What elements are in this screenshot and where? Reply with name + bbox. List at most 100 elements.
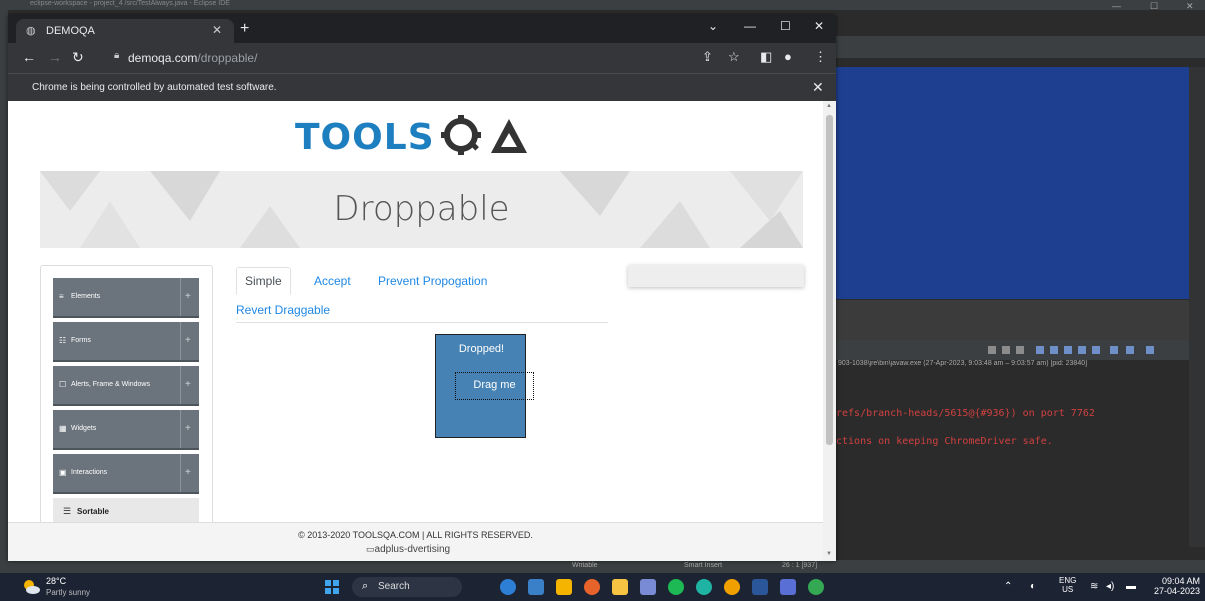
- ide-console[interactable]: refs/branch-heads/5615@{#936}) on port 7…: [836, 372, 1189, 547]
- word-icon[interactable]: [752, 579, 768, 595]
- firefox-icon[interactable]: [584, 579, 600, 595]
- chrome-window: ◍ DEMOQA ✕ + ⌄ — ☐ ✕ ← → ↻ 🔒︎ demoqa.com…: [8, 15, 836, 561]
- bookmark-star-icon[interactable]: ☆: [728, 49, 740, 65]
- sidebar-group-label: Forms: [71, 337, 91, 344]
- tab-accept[interactable]: Accept: [314, 274, 351, 288]
- expand-icon[interactable]: +: [185, 379, 191, 390]
- form-icon: ☷: [59, 336, 67, 345]
- reload-icon[interactable]: ↻: [72, 49, 84, 66]
- edge-icon[interactable]: [696, 579, 712, 595]
- page-viewport: TOOLS Droppable ≡ Elements + ☷ Forms + ☐…: [8, 101, 836, 561]
- tray-chevron-up-icon[interactable]: ⌃: [1004, 581, 1012, 592]
- scroll-up-icon[interactable]: ▲: [826, 103, 832, 109]
- url-path: /droppable/: [197, 51, 258, 65]
- clock-time: 09:04 AM: [1161, 576, 1200, 586]
- close-button[interactable]: ✕: [814, 19, 824, 33]
- ad-banner[interactable]: [628, 265, 804, 287]
- page-footer: © 2013-2020 TOOLSQA.COM | ALL RIGHTS RES…: [8, 522, 823, 561]
- page-scrollbar[interactable]: ▲ ▼: [823, 101, 836, 561]
- sidebar-group-elements[interactable]: ≡ Elements +: [53, 278, 199, 318]
- drop-target-label: Dropped!: [458, 343, 505, 355]
- url-host: demoqa.com: [128, 51, 198, 65]
- ide-close-button[interactable]: ✕: [1186, 1, 1194, 12]
- tab-prevent-propogation[interactable]: Prevent Propogation: [378, 274, 487, 288]
- chrome-icon[interactable]: [808, 579, 824, 595]
- ide-toolbar: [836, 36, 1205, 58]
- draggable-label: Drag me: [473, 379, 516, 391]
- browser-toolbar: ← → ↻ 🔒︎ demoqa.com/droppable/ ⇪ ☆ ◧ ● ⋮: [8, 43, 836, 73]
- ad-alt-text: adplus-dvertising: [374, 544, 451, 555]
- interactions-icon: ▣: [59, 468, 67, 477]
- wifi-icon[interactable]: ≋: [1090, 581, 1098, 592]
- language-indicator[interactable]: ENG US: [1059, 576, 1076, 594]
- ide-scrollbar[interactable]: [1189, 67, 1205, 547]
- scrollbar-thumb[interactable]: [826, 115, 833, 445]
- ide-maximize-button[interactable]: ☐: [1150, 1, 1158, 12]
- scroll-down-icon[interactable]: ▼: [826, 551, 832, 557]
- eclipse-icon[interactable]: [780, 579, 796, 595]
- partly-sunny-icon[interactable]: [22, 578, 40, 596]
- forward-arrow-icon[interactable]: →: [48, 49, 62, 65]
- expand-icon[interactable]: +: [185, 291, 191, 302]
- tab-revert-draggable[interactable]: Revert Draggable: [236, 303, 330, 317]
- minimize-button[interactable]: —: [744, 19, 756, 33]
- chrome-canary-icon[interactable]: [724, 579, 740, 595]
- windows-start-icon[interactable]: [325, 580, 339, 594]
- svg-text:TOOLS: TOOLS: [295, 117, 435, 157]
- language-label: ENG: [1059, 576, 1077, 585]
- address-bar[interactable]: 🔒︎ demoqa.com/droppable/: [104, 48, 704, 68]
- console-toolbar-icons[interactable]: [986, 340, 1196, 360]
- infobar-close-icon[interactable]: ✕: [812, 79, 824, 96]
- sticky-notes-icon[interactable]: [556, 579, 572, 595]
- chat-app-icon[interactable]: [500, 579, 516, 595]
- console-line: ctions on keeping ChromeDriver safe.: [836, 436, 1053, 447]
- sidebar-group-forms[interactable]: ☷ Forms +: [53, 322, 199, 362]
- sidebar-group-widgets[interactable]: ▦ Widgets +: [53, 410, 199, 450]
- battery-icon[interactable]: ▬: [1126, 581, 1136, 592]
- file-explorer-icon[interactable]: [612, 579, 628, 595]
- tab-search-chevron-icon[interactable]: ⌄: [708, 19, 718, 33]
- ide-minimize-button[interactable]: —: [1112, 1, 1121, 11]
- ide-editor-area[interactable]: [836, 67, 1189, 299]
- tab-simple[interactable]: Simple: [236, 267, 291, 295]
- sidebar-group-alerts[interactable]: ☐ Alerts, Frame & Windows +: [53, 366, 199, 406]
- sidebar-item-label: Sortable: [77, 507, 110, 516]
- side-panel-icon[interactable]: ◧: [760, 49, 772, 65]
- expand-icon[interactable]: +: [185, 467, 191, 478]
- toolsqa-logo[interactable]: TOOLS: [295, 113, 555, 157]
- photos-icon[interactable]: [640, 579, 656, 595]
- divider: [180, 454, 181, 492]
- sidebar-accordion: ≡ Elements + ☷ Forms + ☐ Alerts, Frame &…: [40, 265, 213, 545]
- weather-description[interactable]: Partly sunny: [46, 588, 90, 597]
- taskbar-clock[interactable]: 09:04 AM 27-04-2023: [1148, 576, 1200, 596]
- volume-icon[interactable]: ◂): [1106, 581, 1114, 592]
- sidebar-group-label: Elements: [71, 293, 101, 300]
- weather-temperature[interactable]: 28°C: [46, 576, 66, 586]
- sidebar-group-interactions[interactable]: ▣ Interactions +: [53, 454, 199, 494]
- new-tab-button[interactable]: +: [240, 20, 249, 38]
- share-icon[interactable]: ⇪: [702, 49, 713, 65]
- maximize-button[interactable]: ☐: [780, 19, 791, 33]
- drop-target[interactable]: Dropped! Drag me: [435, 334, 534, 438]
- page-banner: Droppable: [40, 171, 803, 248]
- ad-broken-image[interactable]: ▭adplus-dvertising: [366, 544, 450, 555]
- menu-kebab-icon[interactable]: ⋮: [814, 49, 827, 65]
- expand-icon[interactable]: +: [185, 423, 191, 434]
- lock-icon[interactable]: 🔒︎: [114, 50, 119, 61]
- tray-app-icon[interactable]: ◐: [1030, 581, 1036, 592]
- back-arrow-icon[interactable]: ←: [22, 49, 36, 65]
- spotify-icon[interactable]: [668, 579, 684, 595]
- windows-taskbar: 28°C Partly sunny ⌕ Search ⌃ ◐ ENG US ≋ …: [0, 573, 1205, 601]
- taskbar-search[interactable]: ⌕ Search: [352, 577, 462, 597]
- draggable-box[interactable]: Drag me: [455, 372, 534, 400]
- sortable-icon: ☰: [63, 506, 72, 516]
- sidebar-group-label: Interactions: [71, 469, 108, 476]
- widgets-icon: ▦: [59, 424, 67, 433]
- search-icon: ⌕: [362, 580, 369, 592]
- ide-console-toolbar: [836, 340, 1205, 360]
- expand-icon[interactable]: +: [185, 335, 191, 346]
- task-view-icon[interactable]: [528, 579, 544, 595]
- tab-close-icon[interactable]: ✕: [212, 23, 222, 37]
- profile-icon[interactable]: ●: [784, 49, 792, 64]
- browser-tab[interactable]: ◍ DEMOQA ✕: [16, 19, 234, 43]
